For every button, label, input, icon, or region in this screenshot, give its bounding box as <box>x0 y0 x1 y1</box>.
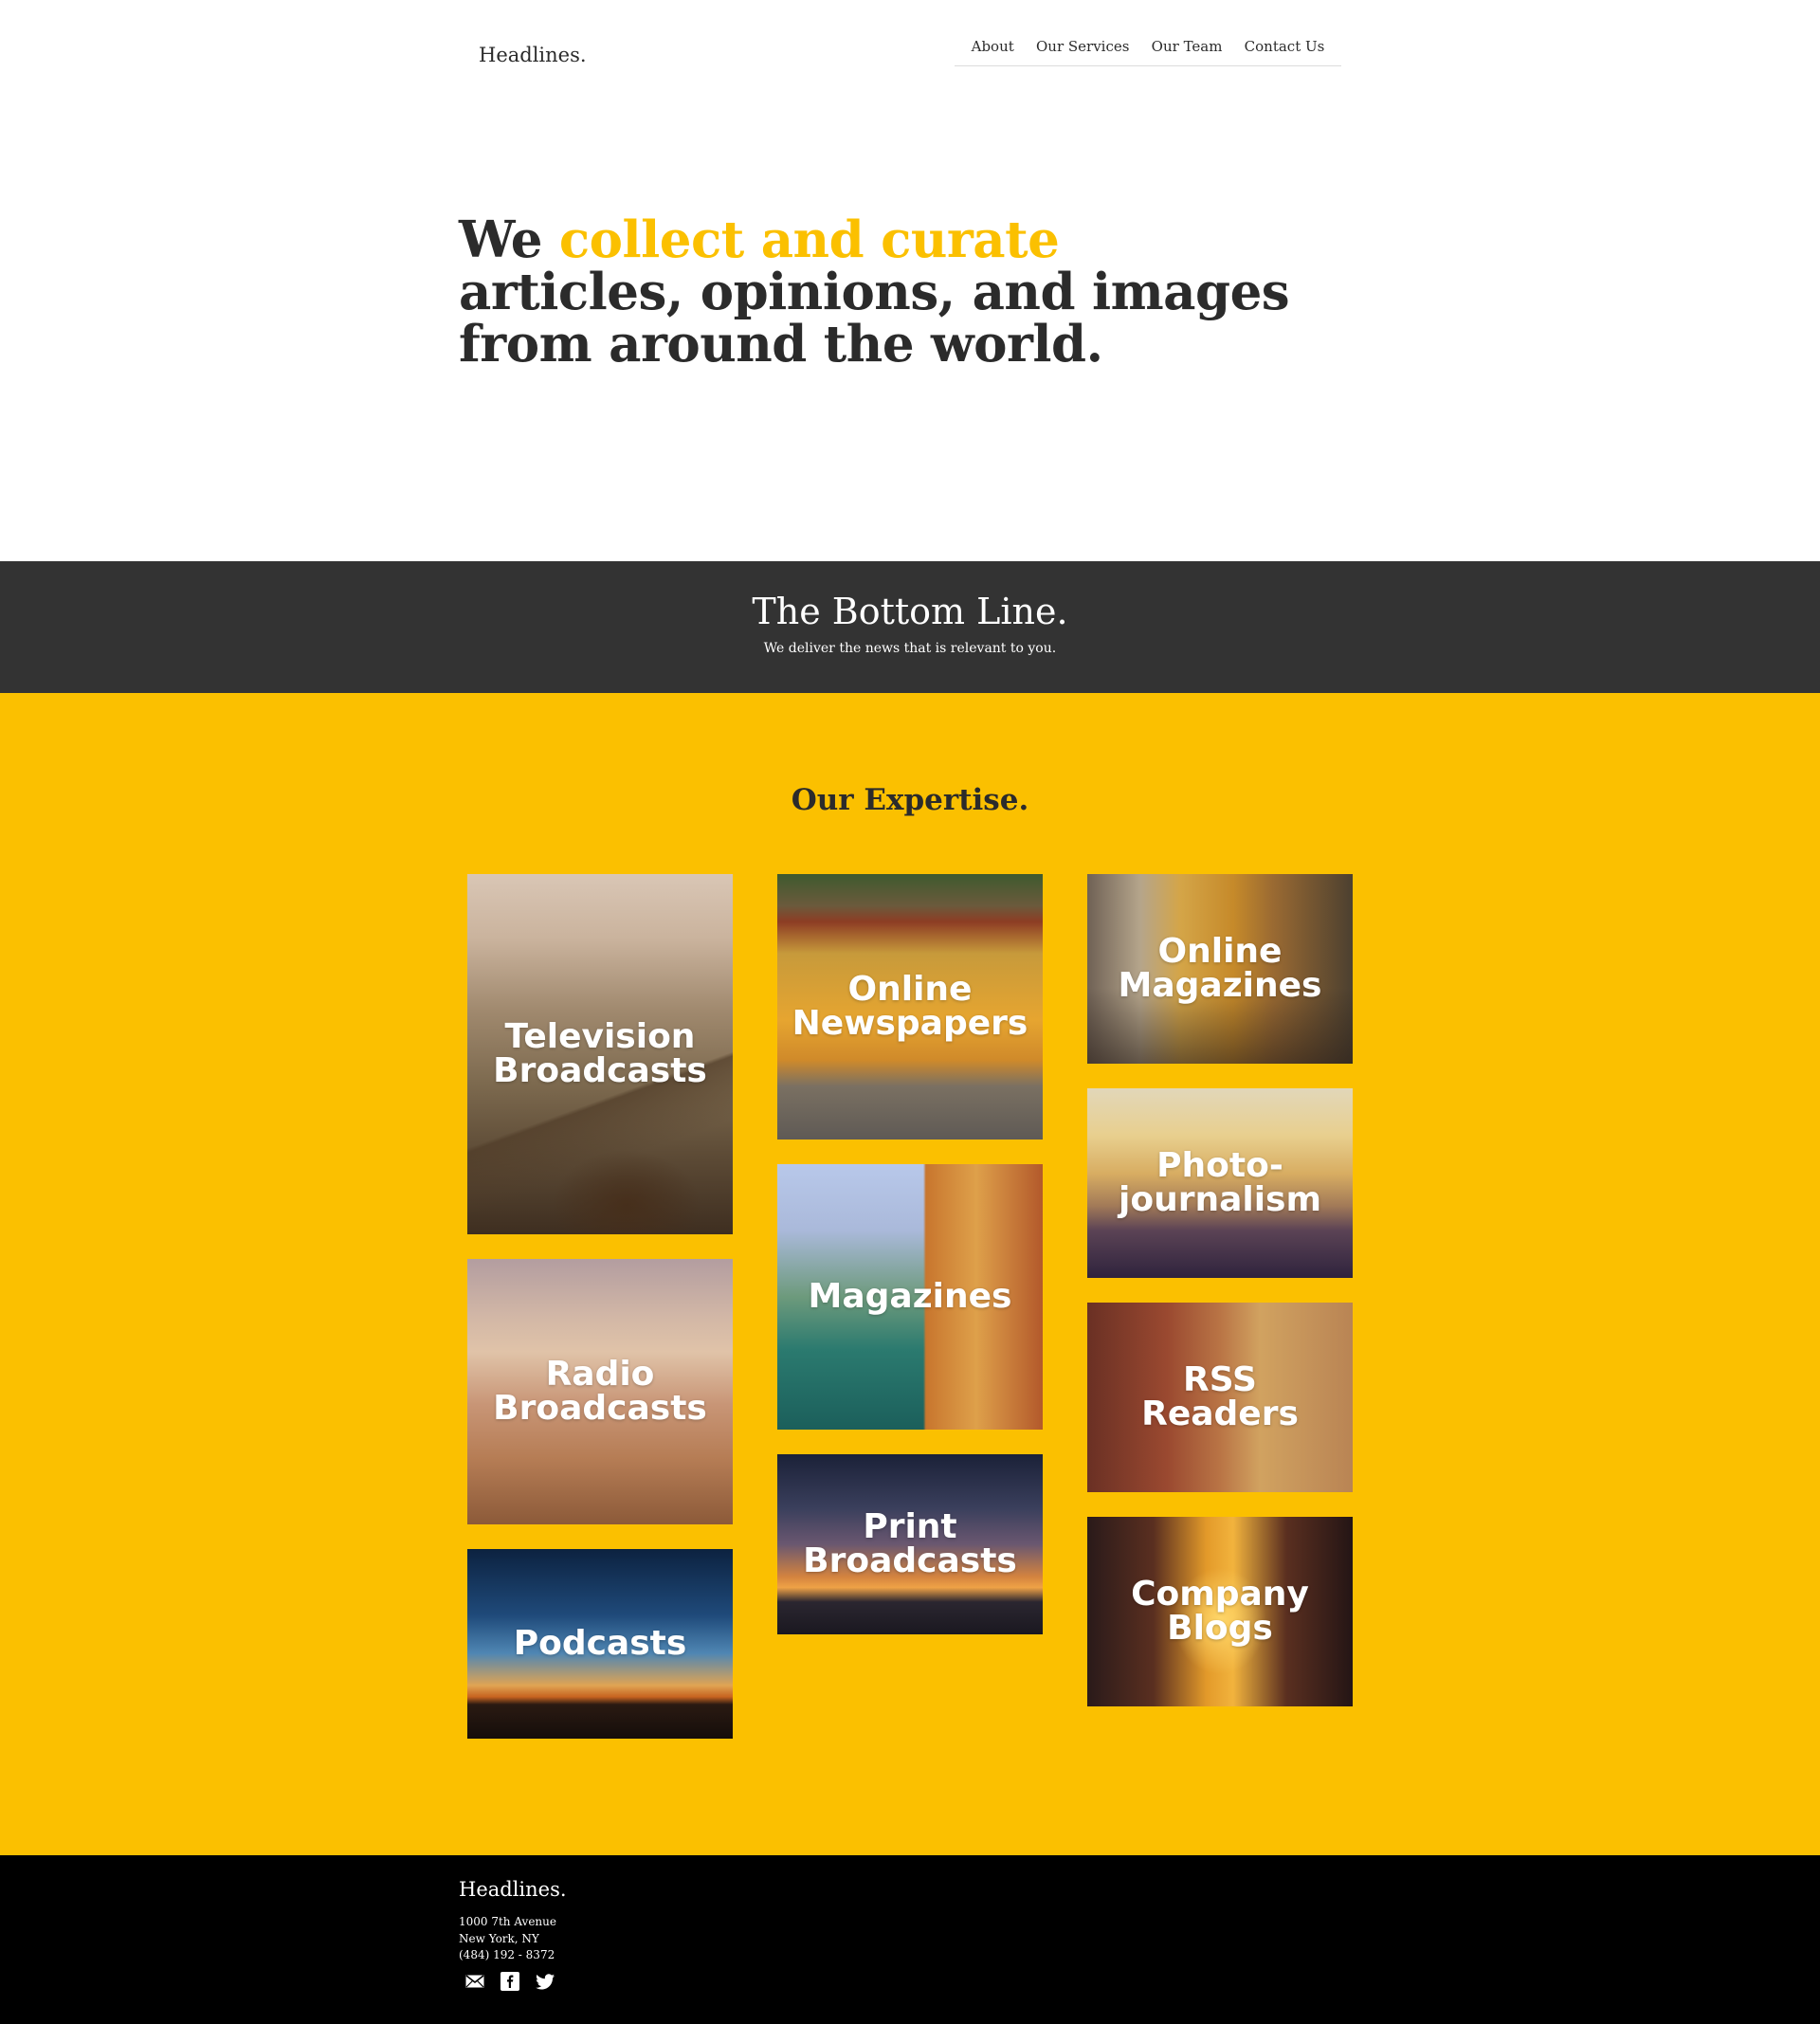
tile-label: Television Broadcasts <box>467 1020 733 1088</box>
main-nav: About Our Services Our Team Contact Us <box>955 36 1341 66</box>
address-street: 1000 7th Avenue <box>459 1915 556 1928</box>
tile-label-line: RSS <box>1183 1360 1257 1399</box>
hero-line-2: articles, opinions, and images <box>459 263 1290 321</box>
tile-label: Podcasts <box>467 1627 733 1661</box>
nav-about[interactable]: About <box>972 36 1014 55</box>
tile-label: Online Magazines <box>1087 935 1353 1003</box>
hero-line-1: We collect and curate <box>459 210 1060 269</box>
expertise-column-1: Television Broadcasts Radio Broadcasts P… <box>467 874 733 1763</box>
site-logo[interactable]: Headlines. <box>479 44 587 66</box>
social-links <box>464 1972 555 1991</box>
tile-photojournalism[interactable]: Photo- journalism <box>1087 1088 1353 1278</box>
nav-contact-us[interactable]: Contact Us <box>1245 36 1325 55</box>
footer-address: 1000 7th Avenue New York, NY (484) 192 -… <box>459 1914 556 1964</box>
nav-our-team[interactable]: Our Team <box>1152 36 1223 55</box>
nav-our-services[interactable]: Our Services <box>1036 36 1129 55</box>
tile-online-newspapers[interactable]: Online Newspapers <box>777 874 1043 1140</box>
tile-label-line: Podcasts <box>513 1624 687 1663</box>
tile-label-line: Broadcasts <box>803 1541 1017 1580</box>
hero-prefix: We <box>459 210 559 269</box>
tile-label: Radio Broadcasts <box>467 1358 733 1426</box>
tile-label-line: Company <box>1131 1575 1309 1614</box>
tile-label: Magazines <box>777 1280 1043 1314</box>
tile-label: Company Blogs <box>1087 1577 1353 1646</box>
expertise-column-2: Online Newspapers Magazines Print Broadc… <box>777 874 1043 1659</box>
tile-label-line: Online <box>1157 932 1283 971</box>
address-phone: (484) 192 - 8372 <box>459 1948 555 1961</box>
tile-label-line: Magazines <box>808 1277 1012 1316</box>
tile-label-line: Magazines <box>1118 966 1322 1005</box>
bottom-line-band: The Bottom Line. We deliver the news tha… <box>0 561 1820 693</box>
tile-rss-readers[interactable]: RSS Readers <box>1087 1303 1353 1492</box>
tile-label-line: Readers <box>1141 1395 1299 1433</box>
address-city: New York, NY <box>459 1931 539 1945</box>
tile-label-line: Blogs <box>1167 1609 1273 1648</box>
tile-label: Print Broadcasts <box>777 1510 1043 1578</box>
facebook-icon[interactable] <box>500 1972 520 1991</box>
tile-podcasts[interactable]: Podcasts <box>467 1549 733 1739</box>
band-subtitle: We deliver the news that is relevant to … <box>763 641 1057 656</box>
tile-label-line: journalism <box>1119 1180 1321 1219</box>
expertise-title: Our Expertise. <box>791 783 1029 817</box>
tile-magazines[interactable]: Magazines <box>777 1164 1043 1430</box>
tile-label-line: Broadcasts <box>493 1389 707 1428</box>
band-title: The Bottom Line. <box>752 591 1068 632</box>
tile-label-line: Print <box>863 1507 957 1546</box>
tile-label-line: Broadcasts <box>493 1051 707 1090</box>
hero-heading: We collect and curate articles, opinions… <box>459 214 1312 371</box>
mail-icon[interactable] <box>464 1972 485 1991</box>
site-footer: Headlines. 1000 7th Avenue New York, NY … <box>0 1855 1820 2024</box>
tile-label: Photo- journalism <box>1087 1149 1353 1217</box>
tile-label-line: Photo- <box>1156 1146 1283 1185</box>
twitter-icon[interactable] <box>535 1972 555 1991</box>
tile-label: RSS Readers <box>1087 1363 1353 1431</box>
tile-print-broadcasts[interactable]: Print Broadcasts <box>777 1454 1043 1634</box>
expertise-section: Our Expertise. Television Broadcasts Rad… <box>0 693 1820 1855</box>
footer-brand: Headlines. <box>459 1878 567 1901</box>
tile-label-line: Online <box>847 970 973 1009</box>
hero-line-3: from around the world. <box>459 315 1103 374</box>
tile-label-line: Newspapers <box>792 1004 1028 1043</box>
tile-online-magazines[interactable]: Online Magazines <box>1087 874 1353 1064</box>
tile-label: Online Newspapers <box>777 973 1043 1041</box>
tile-television-broadcasts[interactable]: Television Broadcasts <box>467 874 733 1234</box>
tile-company-blogs[interactable]: Company Blogs <box>1087 1517 1353 1706</box>
expertise-column-3: Online Magazines Photo- journalism RSS R… <box>1087 874 1353 1731</box>
tile-label-line: Television <box>504 1017 696 1056</box>
hero-accent: collect and curate <box>558 210 1060 269</box>
tile-radio-broadcasts[interactable]: Radio Broadcasts <box>467 1259 733 1524</box>
tile-label-line: Radio <box>545 1355 655 1394</box>
site-header: Headlines. About Our Services Our Team C… <box>0 0 1820 561</box>
